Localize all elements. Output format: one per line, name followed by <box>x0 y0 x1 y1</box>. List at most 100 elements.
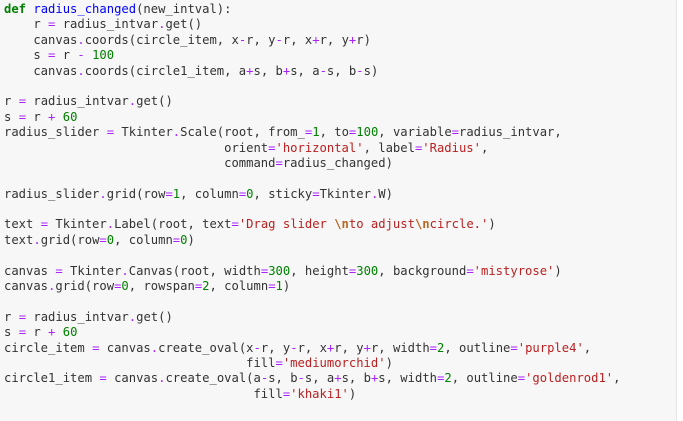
code-token: , outline <box>451 371 518 386</box>
code-token: ) <box>554 263 562 278</box>
code-token: - <box>77 48 85 63</box>
code-token: radius_slider <box>4 125 107 140</box>
code-token: 100 <box>356 125 379 140</box>
code-line: radius_slider = Tkinter.Scale(root, from… <box>4 125 620 140</box>
code-token: circle.' <box>429 217 489 232</box>
code-token: . <box>99 186 107 201</box>
code-token: s, width <box>378 371 437 386</box>
code-token: 300 <box>356 263 379 278</box>
code-token: radius_intvar <box>26 94 129 109</box>
code-token: text <box>4 217 41 232</box>
code-token: , rowspan <box>128 279 195 294</box>
code-token: Tkinter <box>319 186 371 201</box>
code-token: radius_intvar <box>26 309 129 324</box>
code-token: 60 <box>62 109 78 124</box>
code-line: circle1_item = canvas.create_oval(a-s, b… <box>4 371 620 386</box>
code-token: s, a <box>304 371 335 386</box>
code-token: Tkinter <box>48 217 107 232</box>
code-line: canvas.coords(circle_item, x-r, y-r, x+r… <box>4 33 620 48</box>
code-token: = <box>466 263 474 278</box>
code-token: = <box>18 309 27 324</box>
code-token: canvas <box>99 340 151 355</box>
code-token: . <box>33 232 41 247</box>
code-token: r <box>4 17 49 32</box>
code-line: fill='mediumorchid') <box>4 356 620 371</box>
code-token: Tkinter <box>114 125 173 140</box>
code-token: 2 <box>202 279 210 294</box>
code-token: r, x <box>297 340 327 355</box>
code-token: . <box>77 63 85 78</box>
code-token: + <box>312 32 320 47</box>
code-token: s, a <box>290 63 320 78</box>
code-token: r <box>4 94 19 109</box>
code-cell[interactable]: def radius_changed(new_intval): r = radi… <box>0 0 677 421</box>
code-line: canvas.coords(circle1_item, a+s, b+s, a-… <box>4 64 620 79</box>
code-token: 300 <box>268 263 291 278</box>
code-token: 'Drag slider <box>238 217 335 232</box>
code-token: create_oval(x <box>158 340 254 355</box>
code-token: s) <box>363 63 379 78</box>
code-token: 'Radius' <box>422 140 481 155</box>
code-token: = <box>18 109 27 124</box>
code-token: r, y <box>319 32 349 47</box>
code-line: canvas.grid(row=0, rowspan=2, column=1) <box>4 279 620 294</box>
code-line: canvas = Tkinter.Canvas(root, width = 300,… <box>4 264 620 279</box>
code-token: . <box>77 32 85 47</box>
code-token: 100 <box>92 48 115 63</box>
code-token: grid(row <box>55 279 115 294</box>
code-token: , variable <box>378 125 452 140</box>
code-token: command <box>4 155 276 170</box>
code-token: 'khaki1' <box>290 386 349 401</box>
code-token: radius_changed <box>33 2 137 16</box>
code-token: Tkinter <box>62 263 122 278</box>
code-line: circle_item = canvas.create_oval(x-r, y-… <box>4 341 620 356</box>
code-token: r <box>26 325 49 340</box>
code-token: grid(row <box>40 232 100 247</box>
code-token: \n <box>414 217 430 232</box>
code-token: 'mediumorchid' <box>282 355 386 370</box>
code-token: text <box>4 232 34 247</box>
code-token: grid(row <box>106 186 166 201</box>
code-token: , sticky <box>253 186 313 201</box>
code-token: . <box>128 309 137 324</box>
code-token: = <box>18 325 27 340</box>
code-token: s <box>4 325 19 340</box>
code-token: . <box>128 94 137 109</box>
code-token: = <box>312 186 320 201</box>
code-token: s, b <box>341 371 371 386</box>
code-token: s <box>4 48 49 63</box>
code-token: - <box>356 63 364 78</box>
code-line: r = radius_intvar.get() <box>4 94 620 109</box>
code-token: = <box>517 371 526 386</box>
code-token: circle1_item <box>4 371 100 386</box>
code-token: , height <box>290 263 349 278</box>
code-token: coords(circle1_item, a <box>84 63 247 78</box>
code-token: orient <box>4 140 269 155</box>
code-token: 'mistyrose' <box>473 263 555 278</box>
code-line: r = radius_intvar.get() <box>4 310 620 325</box>
code-token: = <box>40 217 49 232</box>
code-token: + <box>334 371 342 386</box>
code-token: r, y <box>334 340 364 355</box>
code-token: = <box>55 263 63 278</box>
code-token: get() <box>136 309 173 324</box>
code-token: = <box>510 340 518 355</box>
code-token: - <box>290 340 298 355</box>
code-token: , <box>613 371 621 386</box>
code-line: radius_slider.grid(row=1, column=0, stic… <box>4 187 620 202</box>
code-token: coords(circle_item, x <box>84 32 239 47</box>
code-token: 60 <box>62 325 78 340</box>
code-token: canvas <box>106 371 159 386</box>
code-token: - <box>297 371 305 386</box>
code-editor[interactable]: def radius_changed(new_intval): r = radi… <box>4 2 620 402</box>
code-token: , label <box>363 140 415 155</box>
code-token: , column <box>209 279 269 294</box>
code-token: canvas <box>4 32 78 47</box>
code-token: radius_changed) <box>282 155 393 170</box>
code-token: ) <box>187 232 195 247</box>
